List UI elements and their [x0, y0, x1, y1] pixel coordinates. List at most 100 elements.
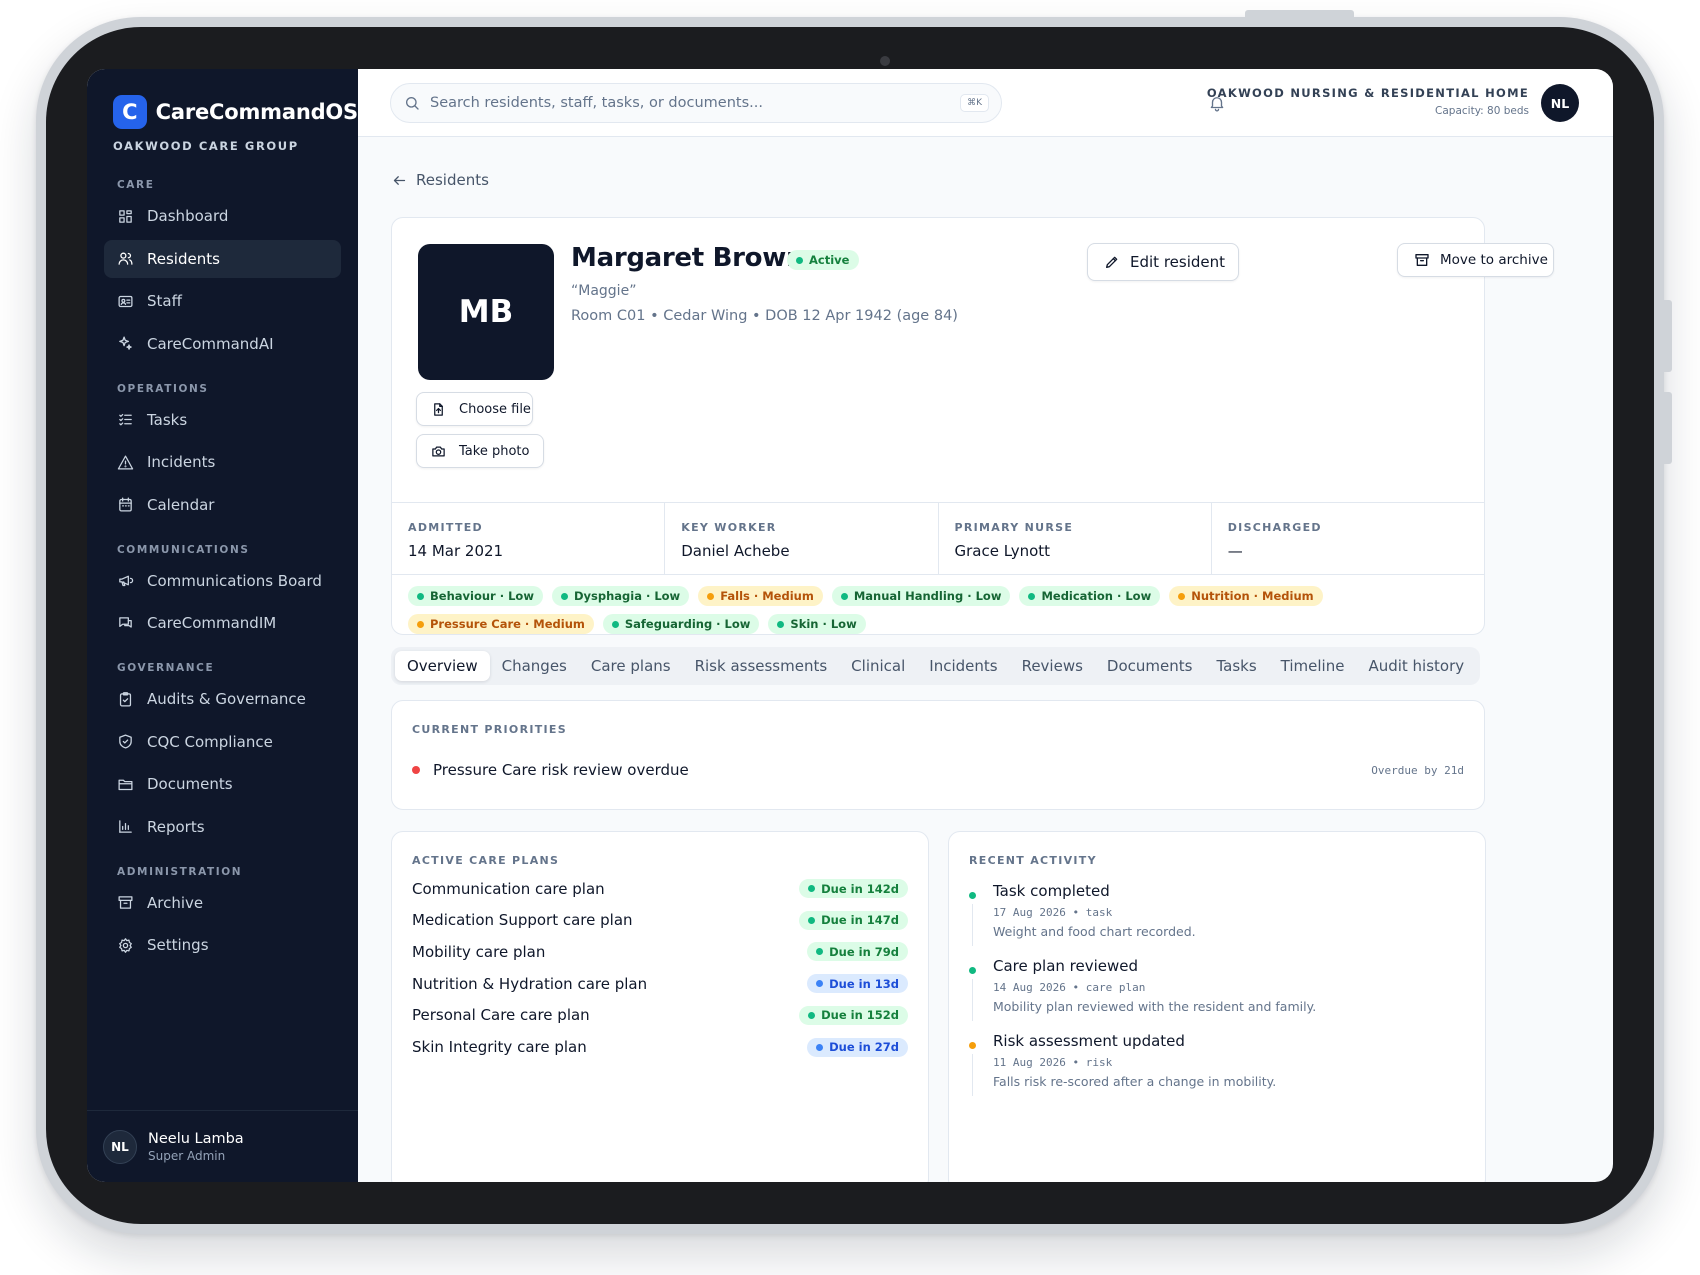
risk-dot: [840, 592, 848, 600]
topbar: ⌘K OAKWOOD NURSING & RESIDENTIAL HOME Ca…: [358, 69, 1613, 137]
megaphone-icon: [119, 575, 134, 587]
tab-audit-history[interactable]: Audit history: [1356, 651, 1476, 681]
edit-resident-button[interactable]: Edit resident: [1087, 243, 1239, 281]
resident-name: Margaret Brown: [571, 243, 805, 273]
care-plan-row[interactable]: Communication care plan Due in 142d: [412, 879, 908, 898]
nav-section-communications: COMMUNICATIONS: [117, 543, 250, 556]
tab-tasks[interactable]: Tasks: [1204, 651, 1268, 681]
tab-overview[interactable]: Overview: [395, 651, 490, 681]
tab-timeline[interactable]: Timeline: [1269, 651, 1357, 681]
care-plan-row[interactable]: Personal Care care plan Due in 152d: [412, 1005, 908, 1025]
fact-discharged: DISCHARGED —: [1212, 503, 1484, 574]
risk-chip[interactable]: Behaviour · Low: [408, 586, 543, 606]
care-plan-due-badge: Due in 79d: [807, 942, 908, 962]
priority-text: Pressure Care risk review overdue: [433, 761, 689, 779]
sidebar-item-carecommandim[interactable]: CareCommandIM: [104, 604, 341, 642]
activity-meta: 17 Aug 2026 • task: [993, 906, 1113, 919]
risk-dot: [611, 620, 619, 628]
care-plan-row[interactable]: Medication Support care plan Due in 147d: [412, 910, 908, 930]
risk-chip[interactable]: Falls · Medium: [698, 586, 823, 606]
tab-incidents[interactable]: Incidents: [917, 651, 1009, 681]
sidebar-user[interactable]: NL Neelu Lamba Super Admin: [87, 1110, 358, 1182]
sidebar-item-carecommandai[interactable]: CareCommandAI: [104, 325, 341, 363]
back-link[interactable]: Residents: [392, 171, 489, 189]
search-shortcut: ⌘K: [960, 93, 989, 112]
sidebar-item-label: CQC Compliance: [147, 732, 273, 751]
risk-chips: Behaviour · Low Dysphagia · Low Falls · Me…: [408, 586, 1468, 634]
tab-reviews[interactable]: Reviews: [1010, 651, 1095, 681]
care-plan-name: Nutrition & Hydration care plan: [412, 974, 648, 993]
priority-item[interactable]: Pressure Care risk review overdue Overdu…: [412, 761, 1464, 779]
sidebar-item-audits-and-governance[interactable]: Audits & Governance: [104, 680, 341, 718]
brand[interactable]: C CareCommandOS: [87, 69, 358, 129]
choose-file-button[interactable]: Choose file: [416, 392, 533, 426]
sidebar-item-tasks[interactable]: Tasks: [104, 401, 341, 439]
users-icon: [118, 252, 133, 265]
search-bar[interactable]: ⌘K: [390, 82, 1002, 123]
risk-dot: [777, 620, 785, 628]
bar-chart-icon: [119, 820, 132, 833]
nav-section-operations: OPERATIONS: [117, 382, 209, 395]
home-capacity: Capacity: 80 beds: [1435, 105, 1529, 117]
sidebar-item-cqc-compliance[interactable]: CQC Compliance: [104, 723, 341, 761]
risk-chip[interactable]: Pressure Care · Medium: [408, 614, 594, 634]
tablet-power-button: [1245, 10, 1354, 18]
sidebar-item-dashboard[interactable]: Dashboard: [104, 197, 341, 235]
sidebar-item-label: Calendar: [147, 495, 215, 514]
resident-nickname: “Maggie”: [571, 283, 637, 299]
activity-item[interactable]: Risk assessment updated 11 Aug 2026 • ris…: [969, 1032, 1465, 1096]
risk-label: Nutrition · Medium: [1191, 589, 1314, 603]
edit-resident-label: Edit resident: [1130, 253, 1226, 271]
activity-item[interactable]: Care plan reviewed 14 Aug 2026 • care pla…: [969, 957, 1465, 1021]
sidebar-item-residents[interactable]: Residents: [104, 239, 341, 278]
risk-chip[interactable]: Nutrition · Medium: [1169, 586, 1323, 606]
care-plan-name: Personal Care care plan: [412, 1006, 590, 1025]
take-photo-button[interactable]: Take photo: [416, 434, 544, 468]
active-care-plans-card: ACTIVE CARE PLANS Communication care pla…: [391, 831, 929, 1182]
tab-risk-assessments[interactable]: Risk assessments: [683, 651, 840, 681]
sidebar-item-staff[interactable]: Staff: [104, 282, 341, 320]
fact-primary-nurse: PRIMARY NURSE Grace Lynott: [939, 503, 1212, 574]
avatar[interactable]: NL: [1541, 84, 1579, 122]
care-plan-row[interactable]: Nutrition & Hydration care plan Due in 13…: [412, 974, 908, 994]
warning-icon: [117, 454, 134, 470]
search-input[interactable]: [430, 94, 930, 111]
sidebar-item-settings[interactable]: Settings: [104, 926, 341, 964]
care-plan-name: Skin Integrity care plan: [412, 1038, 587, 1056]
sidebar-item-documents[interactable]: Documents: [104, 765, 341, 803]
nav-section-administration: ADMINISTRATION: [117, 865, 243, 878]
sidebar-item-incidents[interactable]: Incidents: [104, 443, 341, 481]
risk-chip[interactable]: Manual Handling · Low: [831, 586, 1011, 606]
tab-documents[interactable]: Documents: [1095, 651, 1205, 681]
tab-changes[interactable]: Changes: [490, 651, 579, 681]
care-plan-row[interactable]: Mobility care plan Due in 79d: [412, 942, 908, 962]
activity-item[interactable]: Task completed 17 Aug 2026 • task Weight a…: [969, 882, 1465, 946]
risk-chip[interactable]: Dysphagia · Low: [551, 586, 690, 606]
back-label: Residents: [416, 171, 489, 189]
care-plan-due-badge: Due in 147d: [799, 910, 908, 930]
tab-care-plans[interactable]: Care plans: [579, 651, 683, 681]
risk-dot: [707, 592, 715, 600]
fact-admitted: ADMITTED 14 Mar 2021: [392, 503, 666, 574]
archive-label: Move to archive: [1440, 252, 1548, 268]
risk-chip[interactable]: Safeguarding · Low: [602, 614, 760, 634]
risk-dot: [1028, 592, 1036, 600]
status-label: Active: [809, 253, 850, 267]
fact-label: DISCHARGED: [1227, 521, 1322, 534]
sidebar-item-label: Archive: [147, 893, 204, 912]
sidebar-item-archive[interactable]: Archive: [104, 884, 341, 922]
archive-button[interactable]: Move to archive: [1397, 243, 1554, 277]
care-plan-row[interactable]: Skin Integrity care plan Due in 27d: [412, 1037, 908, 1057]
sidebar-item-communications-board[interactable]: Communications Board: [104, 562, 341, 600]
activity-title: Task completed: [993, 882, 1110, 900]
arrow-left-icon: [393, 175, 406, 185]
sidebar-item-label: Documents: [147, 775, 233, 793]
sidebar-item-label: Reports: [147, 817, 205, 836]
risk-chip[interactable]: Skin · Low: [768, 614, 866, 634]
tab-clinical[interactable]: Clinical: [839, 651, 917, 681]
sidebar-item-reports[interactable]: Reports: [104, 808, 341, 846]
sidebar-item-calendar[interactable]: Calendar: [104, 486, 341, 524]
sidebar-nav: CARE Dashboard Residents Staff CareCommandAI…: [87, 179, 358, 964]
risk-chip[interactable]: Medication · Low: [1019, 586, 1161, 606]
sidebar-item-label: Audits & Governance: [147, 690, 306, 708]
